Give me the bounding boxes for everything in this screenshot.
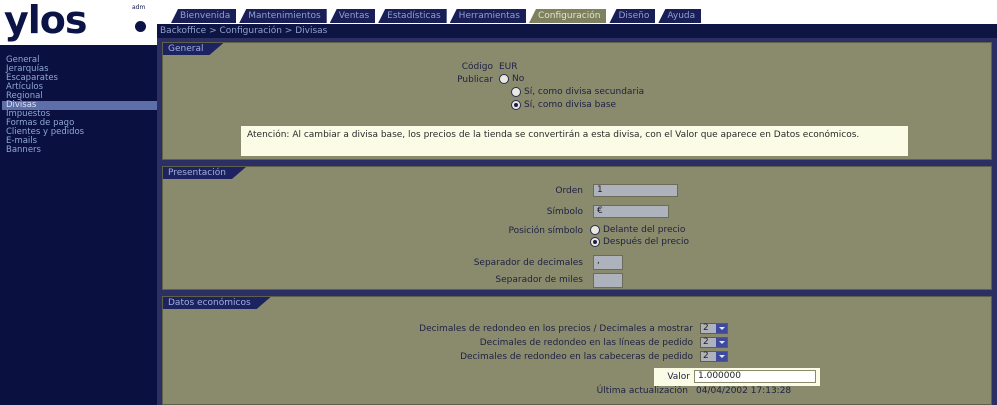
radio-no[interactable]: [499, 74, 509, 84]
posicion-option-despues[interactable]: Después del precio: [590, 237, 689, 247]
simbolo-input[interactable]: €: [593, 205, 669, 218]
top-nav: Bienvenida Mantenimientos Ventas Estadís…: [157, 0, 997, 24]
sep-miles-label: Separador de miles: [495, 275, 583, 285]
breadcrumb: Backoffice > Configuración > Divisas: [157, 24, 997, 38]
chevron-down-icon[interactable]: [715, 324, 727, 333]
publicar-option-secundaria[interactable]: Sí, como divisa secundaria: [511, 87, 644, 97]
logo-dot-icon: [135, 21, 146, 32]
radio-base-label: Sí, como divisa base: [524, 100, 617, 110]
tab-bar: Bienvenida Mantenimientos Ventas Estadís…: [171, 9, 704, 24]
decimales-lineas-value: 2: [703, 337, 709, 347]
presentacion-panel-title: Presentación: [163, 167, 246, 179]
chevron-down-icon[interactable]: [715, 352, 727, 361]
tab-mantenimientos[interactable]: Mantenimientos: [239, 9, 327, 23]
tab-herramientas[interactable]: Herramientas: [449, 9, 526, 23]
sep-miles-input[interactable]: [593, 273, 623, 288]
simbolo-label: Símbolo: [546, 207, 583, 217]
sidebar: General Jerarquías Escaparates Artículos…: [0, 45, 157, 405]
presentacion-panel: Presentación Orden 1 Símbolo € Posición …: [162, 166, 992, 290]
decimales-lineas-select[interactable]: 2: [700, 337, 728, 348]
tab-ayuda[interactable]: Ayuda: [658, 9, 702, 23]
chevron-down-icon[interactable]: [715, 338, 727, 347]
sep-decimales-input[interactable]: ,: [593, 255, 623, 270]
orden-input[interactable]: 1: [593, 184, 678, 197]
radio-delante[interactable]: [590, 225, 600, 235]
sidebar-menu: General Jerarquías Escaparates Artículos…: [2, 56, 157, 155]
tab-ventas[interactable]: Ventas: [329, 9, 376, 23]
publicar-option-base[interactable]: Sí, como divisa base: [511, 100, 616, 110]
publicar-label: Publicar: [457, 75, 493, 85]
decimales-cabeceras-select[interactable]: 2: [700, 351, 728, 362]
decimales-cabeceras-value: 2: [703, 351, 709, 361]
decimales-cabeceras-label: Decimales de redondeo en las cabeceras d…: [460, 352, 693, 362]
sep-decimales-label: Separador de decimales: [473, 258, 583, 268]
general-panel-title: General: [163, 43, 223, 55]
ultima-actualizacion-value: 04/04/2002 17:13:28: [696, 386, 792, 396]
posicion-option-delante[interactable]: Delante del precio: [590, 225, 685, 235]
orden-label: Orden: [555, 186, 583, 196]
decimales-precios-value: 2: [703, 323, 709, 333]
decimales-precios-select[interactable]: 2: [700, 323, 728, 334]
radio-secundaria[interactable]: [511, 87, 521, 97]
codigo-label: Código: [461, 62, 493, 72]
main-content: General Código EUR Publicar No Sí, como …: [157, 38, 997, 405]
brand-logo: ylos adm: [0, 0, 157, 45]
valor-highlight: Valor 1.000000: [654, 368, 820, 386]
radio-delante-label: Delante del precio: [603, 225, 686, 235]
logo-text: ylos: [4, 0, 88, 42]
tab-estadisticas[interactable]: Estadísticas: [378, 9, 447, 23]
radio-secundaria-label: Sí, como divisa secundaria: [524, 87, 645, 97]
ultima-actualizacion-label: Última actualización: [596, 386, 688, 396]
codigo-value: EUR: [499, 62, 518, 72]
currency-notice: Atención: Al cambiar a divisa base, los …: [241, 126, 908, 156]
tab-diseno[interactable]: Diseño: [609, 9, 656, 23]
sidebar-item-banners[interactable]: Banners: [2, 146, 157, 155]
radio-despues[interactable]: [590, 237, 600, 247]
publicar-option-no[interactable]: No: [499, 74, 524, 84]
general-panel: General Código EUR Publicar No Sí, como …: [162, 42, 992, 160]
radio-no-label: No: [512, 74, 525, 84]
valor-label: Valor: [667, 372, 690, 382]
decimales-precios-label: Decimales de redondeo en los precios / D…: [419, 324, 693, 334]
radio-base[interactable]: [511, 100, 521, 110]
posicion-label: Posición símbolo: [508, 226, 583, 236]
radio-despues-label: Después del precio: [603, 237, 689, 247]
tab-bienvenida[interactable]: Bienvenida: [171, 9, 237, 23]
economicos-panel: Datos económicos Decimales de redondeo e…: [162, 296, 992, 405]
economicos-panel-title: Datos económicos: [163, 297, 271, 309]
valor-input[interactable]: 1.000000: [694, 370, 816, 383]
decimales-lineas-label: Decimales de redondeo en las líneas de p…: [479, 338, 693, 348]
logo-small-text: adm: [132, 4, 146, 11]
tab-configuracion[interactable]: Configuración: [528, 9, 607, 23]
